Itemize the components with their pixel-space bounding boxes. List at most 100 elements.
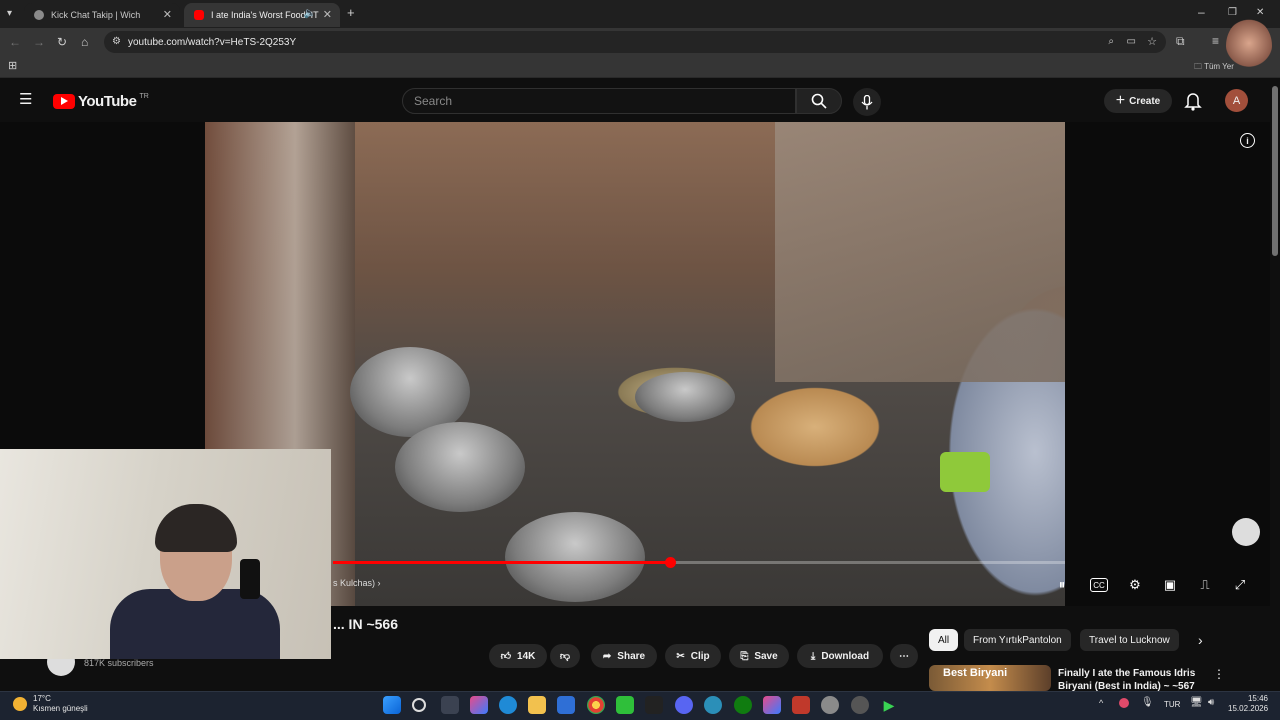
chip-label: All (938, 634, 950, 646)
zoom-icon[interactable]: ⌕ (1108, 36, 1114, 48)
account-avatar[interactable]: A (1225, 89, 1248, 112)
url-bar[interactable]: ⚙ youtube.com/watch?v=HeTS-2Q253Y ⌕ ▭ ☆ (104, 31, 1166, 53)
tab-title: Kick Chat Takip | Wich (51, 10, 141, 20)
more-actions-button[interactable]: ⋯ (890, 644, 918, 668)
settings-gear-icon[interactable]: ⚙ (1125, 576, 1145, 594)
capcut-icon[interactable] (645, 696, 663, 714)
search-input[interactable]: Search (402, 88, 796, 114)
reload-icon[interactable]: ↻ (57, 36, 67, 48)
hamburger-menu-icon[interactable]: ☰ (19, 92, 32, 107)
tab-kick-chat[interactable]: Kick Chat Takip | Wich ✕ (24, 3, 180, 27)
tray-chevron-icon[interactable]: ^ (1099, 698, 1103, 708)
discord-icon[interactable] (675, 696, 693, 714)
task-view-icon[interactable] (441, 696, 459, 714)
voice-search-button[interactable] (853, 88, 881, 116)
apps-grid-icon[interactable]: ⊞ (8, 60, 17, 72)
tray-app-icon[interactable] (1119, 698, 1129, 708)
search-button[interactable] (796, 88, 842, 114)
video-title: ... IN ~566 (333, 616, 398, 632)
extensions-icon[interactable]: ⧉ (1176, 35, 1185, 47)
channel-watermark-icon[interactable] (1232, 518, 1260, 546)
file-explorer-icon[interactable] (528, 696, 546, 714)
fullscreen-icon[interactable]: ⤢ (1230, 576, 1250, 594)
bookmark-star-icon[interactable]: ☆ (1147, 36, 1157, 48)
streamer-cam-icon (1226, 18, 1272, 74)
save-button[interactable]: ⎘ Save (729, 644, 789, 668)
globe-icon (34, 10, 44, 20)
avatar-letter: A (1232, 94, 1241, 107)
autoplay-toggle-icon[interactable]: ⏸ (1052, 576, 1072, 594)
chapter-title[interactable]: s Kulchas) › (333, 578, 381, 588)
like-button[interactable]: 👍︎ 14K (489, 644, 547, 668)
weather-condition: Kısmen güneşli (33, 704, 88, 713)
scrubber-handle[interactable] (664, 557, 676, 568)
tab-youtube-video[interactable]: I ate India's Worst Food! IT 🔈 ✕ (184, 3, 340, 27)
youtube-logo[interactable]: YouTube TR (53, 93, 149, 110)
forward-icon[interactable]: → (33, 36, 45, 48)
clip-label: Clip (690, 650, 710, 662)
home-icon[interactable]: ⌂ (81, 36, 88, 48)
tray-microphone-icon[interactable]: 🎙︎ (1141, 697, 1154, 708)
webcam-overlay (0, 449, 331, 659)
obs-icon[interactable] (851, 696, 869, 714)
miniplayer-icon[interactable]: ▣ (1160, 576, 1180, 594)
clip-button[interactable]: ✂ Clip (665, 644, 721, 668)
create-button[interactable]: + Create (1104, 89, 1172, 113)
edge-icon[interactable] (499, 696, 517, 714)
kick-icon[interactable] (616, 696, 634, 714)
info-icon[interactable]: i (1240, 133, 1255, 148)
download-button[interactable]: ⤓ Download (797, 644, 883, 668)
video-progress-bar[interactable] (333, 557, 1065, 568)
more-horizontal-icon: ⋯ (899, 650, 909, 662)
temperature: 17°C (33, 694, 51, 703)
recommendation-title[interactable]: Finally I ate the Famous Idris Biryani (… (1058, 667, 1208, 693)
plus-icon: + (1115, 92, 1126, 109)
chip-travel[interactable]: Travel to Lucknow (1080, 629, 1179, 651)
video-frame[interactable] (205, 122, 1065, 606)
chip-all[interactable]: All (929, 629, 959, 651)
search-icon[interactable] (412, 698, 426, 712)
xbox-icon[interactable] (734, 696, 752, 714)
play-logo-icon (53, 94, 75, 109)
store-icon[interactable] (557, 696, 575, 714)
close-window-button[interactable]: ✕ (1256, 7, 1264, 19)
news-icon[interactable] (792, 696, 810, 714)
weather-sun-icon[interactable] (13, 697, 27, 711)
tab-search-icon[interactable]: ▾ (7, 8, 12, 20)
minimize-button[interactable]: – (1198, 6, 1205, 18)
notifications-bell-icon[interactable] (1184, 91, 1202, 111)
more-vertical-icon[interactable]: ⋮ (1213, 667, 1225, 681)
share-button[interactable]: ➦ Share (591, 644, 657, 668)
language-indicator[interactable]: TUR (1164, 700, 1180, 709)
all-bookmarks-folder[interactable]: 🗀 Tüm Yer (1194, 61, 1234, 75)
menu-icon[interactable]: ≡ (1212, 35, 1219, 47)
logo-text: YouTube (78, 93, 137, 110)
app-icon[interactable] (821, 696, 839, 714)
windows-start-icon[interactable] (383, 696, 401, 714)
recommendation-thumbnail[interactable]: Best Biryani (929, 665, 1051, 691)
copilot-icon[interactable] (470, 696, 488, 714)
browser-icon[interactable] (704, 696, 722, 714)
copilot-app-icon[interactable] (763, 696, 781, 714)
speaker-icon[interactable]: 🔈 (304, 8, 316, 19)
cast-icon[interactable]: ▭ (1127, 36, 1136, 48)
system-clock[interactable]: 15:46 15.02.2026 (1228, 694, 1268, 714)
chrome-icon[interactable] (587, 696, 605, 714)
back-icon[interactable]: ← (9, 36, 21, 48)
volume-icon[interactable]: 🔊︎ (1208, 697, 1214, 708)
restore-button[interactable]: ❐ (1228, 7, 1237, 19)
new-tab-button[interactable]: + (347, 6, 355, 19)
dislike-button[interactable]: 👎︎ (550, 644, 580, 668)
weather-widget[interactable]: 17°C Kısmen güneşli (33, 694, 88, 714)
chip-label: Travel to Lucknow (1089, 634, 1170, 646)
captions-icon[interactable]: CC (1090, 578, 1108, 592)
page-scrollbar[interactable] (1272, 86, 1278, 256)
close-icon[interactable]: ✕ (323, 8, 332, 21)
play-app-icon[interactable]: ▶ (880, 696, 898, 714)
site-info-icon[interactable]: ⚙ (112, 36, 121, 48)
cast-icon[interactable]: ⎍ (1195, 576, 1215, 594)
network-icon[interactable]: 🖥︎ (1190, 697, 1203, 708)
chip-from-channel[interactable]: From YırtıkPantolon (964, 629, 1071, 651)
chevron-right-icon[interactable]: › (1198, 632, 1203, 648)
close-icon[interactable]: ✕ (163, 8, 172, 21)
